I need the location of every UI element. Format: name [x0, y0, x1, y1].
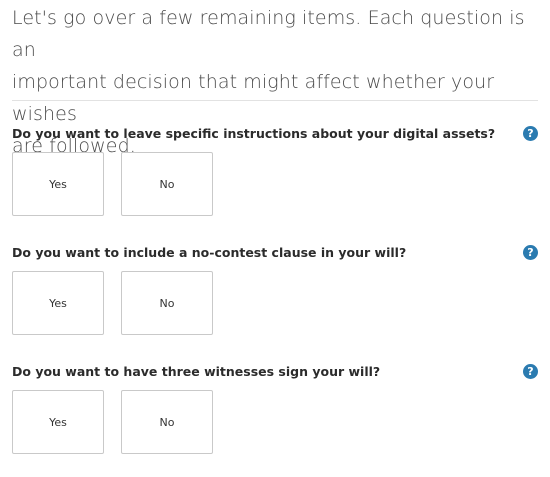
yes-button[interactable]: Yes [12, 390, 104, 454]
help-icon[interactable]: ? [523, 245, 538, 260]
help-icon[interactable]: ? [523, 364, 538, 379]
yes-button[interactable]: Yes [12, 152, 104, 216]
divider [12, 100, 538, 101]
question-text: Do you want to leave specific instructio… [12, 126, 496, 141]
help-icon[interactable]: ? [523, 126, 538, 141]
no-button[interactable]: No [121, 390, 213, 454]
question-text: Do you want to have three witnesses sign… [12, 364, 381, 379]
no-button[interactable]: No [121, 271, 213, 335]
intro-line-1: Let's go over a few remaining items. Eac… [12, 7, 525, 61]
yes-button[interactable]: Yes [12, 271, 104, 335]
question-text: Do you want to include a no-contest clau… [12, 245, 407, 260]
intro-line-2: important decision that might affect whe… [12, 71, 495, 125]
no-button[interactable]: No [121, 152, 213, 216]
